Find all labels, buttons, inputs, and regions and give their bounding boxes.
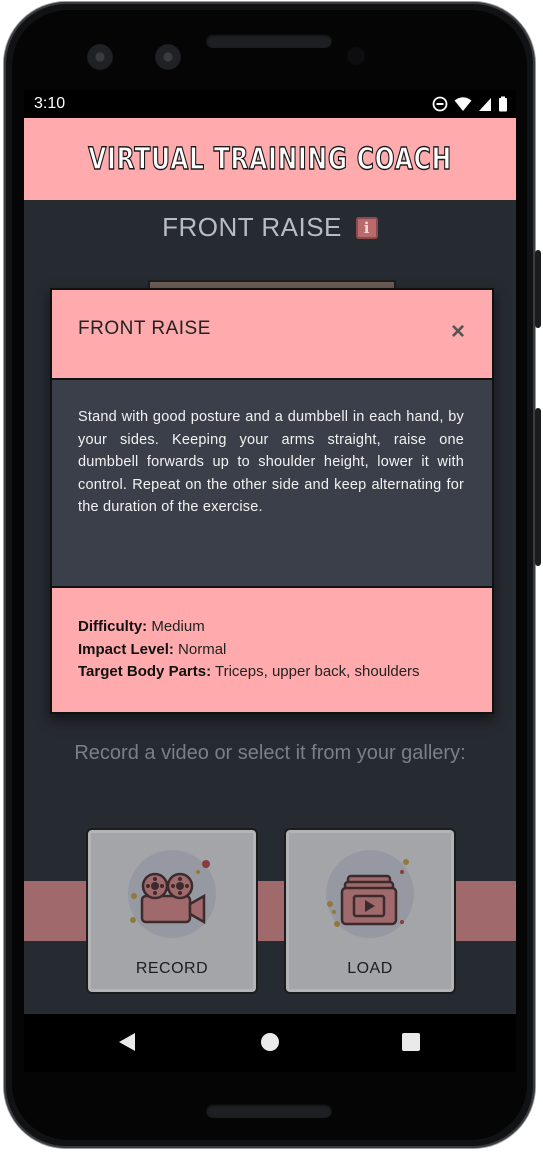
recents-icon[interactable] [402, 1032, 420, 1052]
record-button[interactable]: RECORD [86, 828, 258, 994]
dialog-body: Stand with good posture and a dumbbell i… [52, 380, 492, 588]
exercise-meta: Difficulty: Medium Impact Level: Normal … [78, 616, 420, 684]
dialog-header: FRONT RAISE × [52, 290, 492, 380]
dialog-footer: Difficulty: Medium Impact Level: Normal … [52, 588, 492, 712]
impact-label: Impact Level: [78, 640, 174, 658]
record-label: RECORD [135, 960, 209, 977]
difficulty-row: Difficulty: Medium [78, 616, 420, 639]
app-header: VIRTUAL TRAINING COACH [24, 118, 516, 200]
exercise-name: FRONT RAISE [162, 212, 342, 242]
load-label: LOAD [347, 960, 393, 977]
target-value: Triceps, upper back, shoulders [215, 663, 420, 680]
wifi-icon [454, 97, 472, 111]
navigation-bar [24, 1014, 516, 1072]
difficulty-label: Difficulty: [78, 618, 148, 635]
exercise-title: FRONT RAISE i [24, 212, 516, 243]
earpiece-speaker [206, 34, 332, 48]
info-icon[interactable]: i [355, 217, 378, 239]
target-row: Target Body Parts: Triceps, upper back, … [78, 661, 420, 684]
video-folder-icon [327, 859, 409, 927]
action-band [454, 881, 516, 941]
load-button[interactable]: LOAD [284, 828, 456, 994]
battery-icon [499, 96, 507, 112]
impact-row: Impact Level: Normal [78, 639, 420, 662]
exercise-info-dialog: FRONT RAISE × Stand with good posture an… [50, 288, 494, 714]
app-screen: VIRTUAL TRAINING COACH FRONT RAISE i Reco… [24, 118, 516, 1014]
front-camera-icon [87, 44, 113, 70]
status-time: 3:10 [34, 95, 66, 112]
bottom-speaker [206, 1104, 332, 1118]
status-bar: 3:10 [24, 90, 516, 118]
status-icons [432, 96, 508, 112]
difficulty-value: Medium [151, 618, 205, 635]
volume-button [535, 408, 541, 566]
back-icon[interactable] [118, 1032, 136, 1052]
close-icon[interactable]: × [446, 320, 470, 344]
exercise-description: Stand with good posture and a dumbbell i… [78, 409, 464, 515]
home-icon[interactable] [260, 1032, 280, 1052]
impact-value: Normal [178, 640, 227, 658]
target-label: Target Body Parts: [78, 663, 212, 680]
front-camera-icon [155, 44, 181, 70]
app-title: VIRTUAL TRAINING COACH [88, 141, 452, 177]
do-not-disturb-icon [432, 96, 448, 112]
action-band [256, 881, 286, 941]
record-prompt: Record a video or select it from your ga… [74, 742, 466, 764]
action-band [24, 881, 86, 941]
signal-icon [479, 98, 491, 111]
dialog-title: FRONT RAISE [78, 318, 211, 339]
power-button [535, 250, 541, 328]
video-camera-icon [130, 860, 210, 925]
proximity-sensor [347, 47, 365, 65]
screen: 3:10 VIRTUAL TRAINING COACH FRONT RAISE i [24, 90, 516, 1072]
